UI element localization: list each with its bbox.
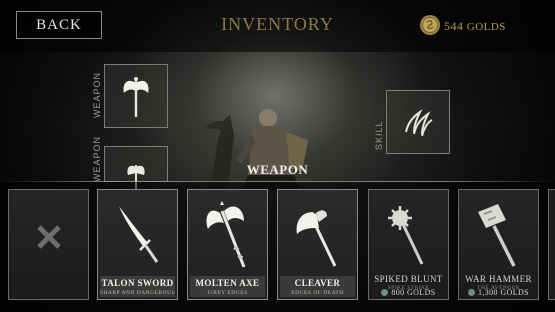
item-name: WAR HAMMER (465, 274, 532, 284)
mace-icon (387, 206, 423, 265)
gold-balance: 544 GOLDS (444, 19, 506, 34)
section-divider (0, 181, 555, 182)
cleaver-icon (296, 210, 336, 267)
item-subtitle: EDGES OF DEATH (291, 290, 344, 296)
item-card-war-hammer[interactable]: WAR HAMMER THE AVENGER 1,300 GOLDS (458, 189, 539, 300)
equipped-weapon-slot[interactable] (104, 64, 168, 128)
item-name: TALON SWORD (101, 278, 174, 288)
equipped-weapon-slot-2[interactable] (104, 146, 168, 189)
item-name: SPIKED BLUNT (374, 274, 443, 284)
weapon-slot-2-label: WEAPON (92, 135, 102, 182)
section-title-weapon: WEAPON (246, 162, 309, 177)
gold-coin-icon (420, 15, 440, 35)
gold-amount-value: 544 (444, 19, 464, 33)
item-card-cleaver[interactable]: CLEAVER EDGES OF DEATH (277, 189, 358, 300)
item-price-value: 800 GOLDS (391, 288, 436, 297)
double-axe-icon (123, 77, 149, 117)
double-axe-icon (206, 201, 245, 268)
item-price-value: 1,300 GOLDS (477, 288, 530, 297)
price-coin-icon (467, 289, 475, 296)
item-name: CLEAVER (294, 278, 341, 288)
item-card-talon-sword[interactable]: TALON SWORD SHARP AND DANGEROUS (97, 189, 178, 300)
weapon-slot-label: WEAPON (92, 71, 102, 118)
equipped-skill-slot[interactable] (386, 90, 450, 154)
item-subtitle: SHARP AND DANGEROUS (99, 290, 176, 296)
page-title: INVENTORY (221, 14, 334, 34)
item-card-molten-axe[interactable]: MOLTEN AXE FIREY EDGES (187, 189, 268, 300)
sword-icon (118, 206, 158, 263)
item-price: 1,300 GOLDS (459, 288, 538, 297)
item-name: MOLTEN AXE (195, 278, 260, 288)
skill-slot-label: SKILL (374, 120, 384, 150)
x-empty-icon (36, 225, 61, 249)
item-card-empty[interactable] (8, 189, 89, 300)
item-card-spiked-blunt[interactable]: SPIKED BLUNT SPIKE STRIKE 800 GOLDS (368, 189, 449, 300)
back-button[interactable]: BACK (16, 11, 102, 39)
item-price: 800 GOLDS (369, 288, 448, 297)
price-coin-icon (381, 289, 389, 296)
item-subtitle: FIREY EDGES (207, 290, 248, 296)
item-card-partial[interactable] (548, 189, 555, 300)
claw-skill-icon (405, 109, 433, 137)
gold-unit-label: GOLDS (466, 21, 506, 33)
hammer-icon (477, 204, 516, 267)
